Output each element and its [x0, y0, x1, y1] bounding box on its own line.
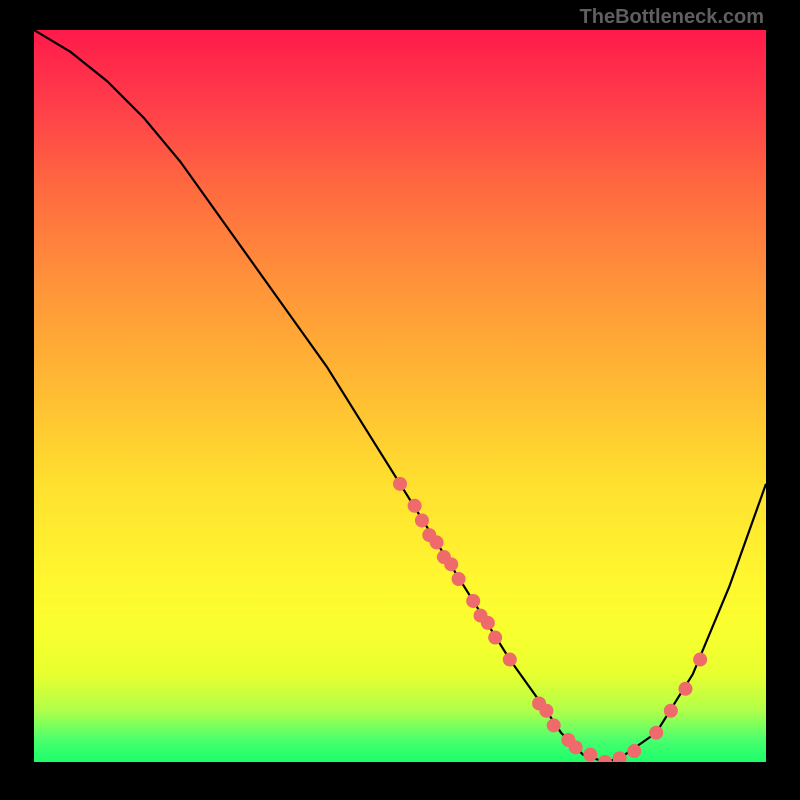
data-point	[613, 751, 627, 762]
data-point	[393, 477, 407, 491]
chart-svg	[34, 30, 766, 762]
data-point	[627, 744, 641, 758]
data-point	[693, 653, 707, 667]
data-point	[415, 513, 429, 527]
data-point	[569, 740, 583, 754]
chart-container: TheBottleneck.com	[0, 0, 800, 800]
data-point	[583, 748, 597, 762]
data-point	[547, 718, 561, 732]
data-point	[488, 631, 502, 645]
data-point	[444, 557, 458, 571]
data-point	[481, 616, 495, 630]
plot-area	[34, 30, 766, 762]
data-point	[649, 726, 663, 740]
watermark-text: TheBottleneck.com	[580, 6, 764, 29]
data-point	[503, 653, 517, 667]
data-point	[452, 572, 466, 586]
data-point	[466, 594, 480, 608]
data-point	[408, 499, 422, 513]
data-point	[598, 755, 612, 762]
bottleneck-curve	[34, 30, 766, 762]
data-point	[539, 704, 553, 718]
data-point	[664, 704, 678, 718]
data-point	[678, 682, 692, 696]
scatter-points	[393, 477, 707, 762]
data-point	[430, 535, 444, 549]
